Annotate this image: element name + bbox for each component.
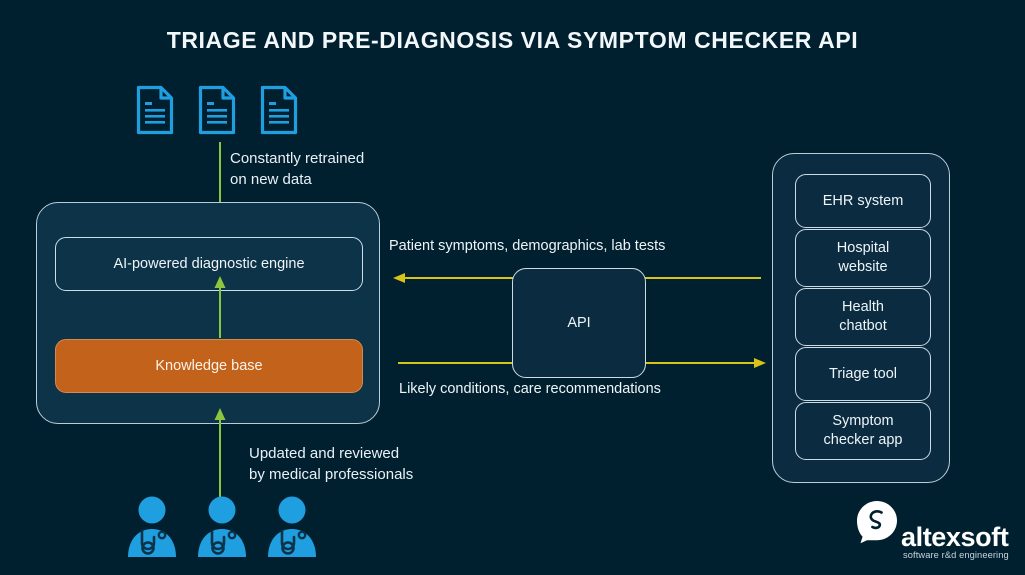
knowledge-base-box[interactable]: Knowledge base [55, 339, 363, 393]
system-item-label: Health chatbot [839, 299, 887, 334]
knowledge-to-engine-arrow-up-icon [214, 276, 226, 338]
brand-logo: altexsoft software r&d engineering [855, 500, 1015, 566]
retraining-caption-line-2: on new data [230, 171, 312, 188]
system-item-label: Symptom checker app [823, 413, 903, 448]
reviewers-caption: Updated and reviewed by medical professi… [249, 443, 413, 485]
system-item-hospital-website[interactable]: Hospital website [795, 229, 931, 287]
reviewers-caption-line-1: Updated and reviewed [249, 445, 400, 462]
logo-wordmark: altexsoft [901, 522, 1009, 552]
doctor-icon [198, 496, 246, 557]
system-item-label: Triage tool [829, 365, 897, 382]
outbound-flow-label: Likely conditions, care recommendations [399, 381, 661, 397]
system-item-triage-tool[interactable]: Triage tool [795, 347, 931, 401]
system-item-symptom-checker-app[interactable]: Symptom checker app [795, 402, 931, 460]
system-item-health-chatbot[interactable]: Health chatbot [795, 288, 931, 346]
ai-diagnostic-engine-label: AI-powered diagnostic engine [113, 256, 305, 272]
document-icon [136, 85, 174, 135]
logo-tagline: software r&d engineering [903, 550, 1009, 560]
retraining-caption: Constantly retrained on new data [230, 148, 364, 190]
reviewers-caption-line-2: by medical professionals [249, 466, 414, 483]
system-item-ehr-system[interactable]: EHR system [795, 174, 931, 228]
consumer-systems-panel: EHR system Hospital website Health chatbot… [772, 153, 950, 483]
slide-canvas: TRIAGE AND PRE-DIAGNOSIS VIA SYMPTOM CHE… [0, 0, 1025, 575]
page-title: TRIAGE AND PRE-DIAGNOSIS VIA SYMPTOM CHE… [166, 27, 859, 53]
training-documents-group [136, 85, 298, 135]
doctor-icon [128, 496, 176, 557]
reviewers-arrow-up-icon [214, 408, 226, 498]
doctor-icon [268, 496, 316, 557]
altexsoft-logo-icon [857, 501, 897, 544]
system-item-label: Hospital website [836, 240, 890, 275]
api-box[interactable]: API [512, 268, 646, 378]
inbound-flow-label: Patient symptoms, demographics, lab test… [389, 238, 666, 254]
knowledge-base-label: Knowledge base [155, 358, 263, 374]
medical-professionals-group [124, 495, 320, 557]
document-icon [198, 85, 236, 135]
system-item-label: EHR system [822, 192, 904, 209]
api-label: API [567, 315, 591, 331]
retraining-caption-line-1: Constantly retrained [230, 150, 365, 167]
document-icon [260, 85, 298, 135]
